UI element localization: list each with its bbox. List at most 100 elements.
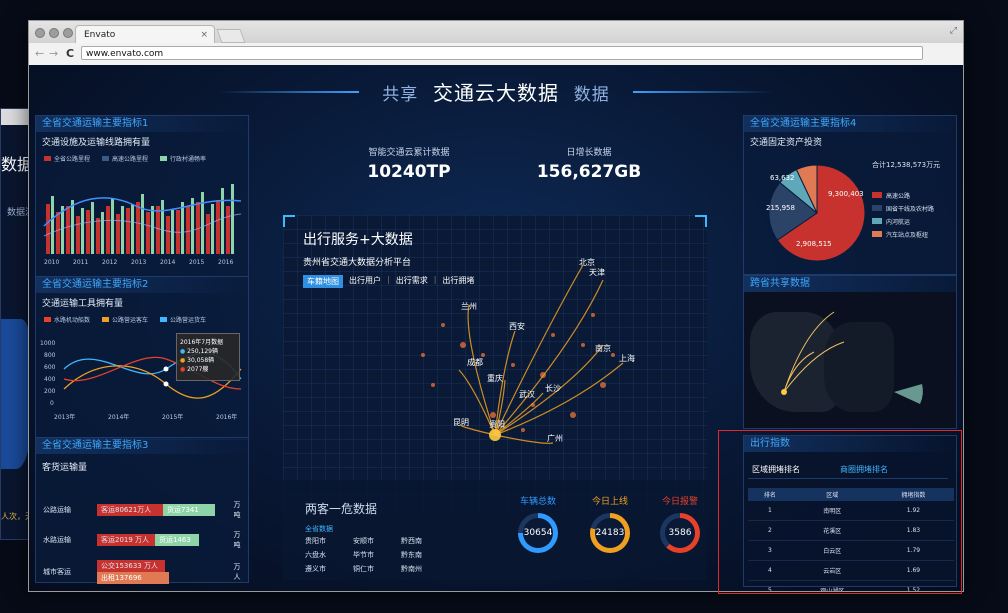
legend-item: 内河航运	[872, 216, 934, 229]
y-tick: 800	[44, 352, 56, 359]
tab-bar: Envato × ⤢	[29, 21, 963, 43]
panel-4-subtitle: 交通固定资产投资	[750, 138, 823, 148]
browser-tab[interactable]: Envato ×	[75, 25, 215, 43]
address-bar[interactable]: www.envato.com	[81, 46, 923, 60]
zoom-window-button[interactable]	[63, 28, 73, 38]
legend-item: 全省公路里程	[44, 154, 90, 163]
cross-province-map[interactable]	[744, 292, 956, 428]
resize-icon[interactable]: ⤢	[950, 26, 957, 36]
panel-3-title: 全省交通运输主要指标3	[36, 438, 248, 454]
tooltip-row: ● 2077艘	[180, 366, 209, 373]
title-prefix: 共享	[382, 85, 419, 105]
chart-tooltip: 2016年7月数据 ● 250,129辆 ● 30,058辆 ● 2077艘	[176, 333, 240, 381]
dashboard-header: 共享 交通云大数据 数据	[29, 73, 963, 109]
indicator-panel-4: 全省交通运输主要指标4 交通固定资产投资 合计12,538,573万元 9,30…	[743, 115, 957, 275]
panel-3-subtitle: 客货运输量	[42, 463, 88, 473]
pie-label: 63,632	[770, 174, 795, 182]
browser-toolbar: ← → C www.envato.com	[29, 43, 963, 66]
city-label: 长沙	[545, 383, 561, 393]
title-main: 交通云大数据	[433, 81, 559, 105]
panel-2-legend: 水路机动船数 公路营运客车 公路营运货车	[36, 315, 248, 324]
city-label: 南京	[595, 343, 611, 353]
tooltip-row: ● 30,058辆	[180, 357, 215, 364]
city-label: 兰州	[461, 301, 477, 311]
title-suffix: 数据	[573, 85, 610, 105]
city-item[interactable]: 铜仁市	[353, 564, 401, 574]
legend-item: 行政村通畅率	[160, 154, 206, 163]
y-tick: 0	[50, 400, 54, 407]
province-data-tab[interactable]: 全省数据	[305, 524, 333, 534]
city-item[interactable]: 毕节市	[353, 550, 401, 560]
new-tab-button[interactable]	[216, 29, 246, 43]
background-window-map	[1, 319, 31, 469]
year-label: 2014	[160, 259, 175, 266]
legend-item: 公路营运客车	[102, 315, 148, 324]
close-window-button[interactable]	[35, 28, 45, 38]
highlight-box	[718, 430, 962, 594]
stat-value: 156,627GB	[536, 162, 642, 182]
city-item[interactable]: 六盘水	[305, 550, 353, 560]
travel-map[interactable]: 出行服务+大数据 贵州省交通大数据分析平台 车籍地图 出行用户 | 出行需求 |…	[283, 215, 707, 515]
panel-1-legend: 全省公路里程 高速公路里程 行政村通畅率	[36, 154, 248, 163]
kpi-value: 30654	[523, 518, 553, 548]
indicator-panel-3: 全省交通运输主要指标3 客货运输量 公路运输 客运80621万人 货运7341 万…	[35, 437, 249, 584]
city-label: 北京	[579, 257, 595, 267]
daily-growth-stat: 日增长数据 156,627GB	[529, 145, 649, 182]
y-tick: 400	[44, 376, 56, 383]
city-label: 武汉	[519, 389, 535, 399]
volume-row: 水路运输 客运2019 万人 货运1463 万吨	[43, 531, 241, 549]
indicator-panel-1: 全省交通运输主要指标1 交通设施及运输线路拥有量 全省公路里程 高速公路里程 行…	[35, 115, 249, 277]
panel-1-subtitle: 交通设施及运输线路拥有量	[42, 138, 151, 148]
panel-2-title: 全省交通运输主要指标2	[36, 277, 248, 293]
kpi-label: 今日上线	[591, 497, 628, 507]
city-list: 贵阳市 安顺市 黔西南 六盘水 毕节市 黔东南 遵义市 铜仁市 黔南州	[305, 536, 445, 574]
kpi-label: 今日报警	[661, 497, 698, 507]
city-label: 天津	[589, 267, 605, 277]
city-item[interactable]: 黔西南	[401, 536, 449, 546]
kpi-alarms-today: 今日报警 3586	[653, 494, 707, 553]
city-label: 重庆	[487, 373, 503, 383]
y-tick: 200	[44, 388, 56, 395]
stat-label: 智能交通云累计数据	[368, 148, 450, 158]
year-label: 2013	[131, 259, 146, 266]
city-label: 上海	[619, 353, 635, 363]
panel-4-title: 全省交通运输主要指标4	[744, 116, 956, 132]
panel-2-subtitle: 交通运输工具拥有量	[42, 299, 124, 309]
city-label: 昆明	[453, 418, 469, 427]
city-item[interactable]: 遵义市	[305, 564, 353, 574]
page-title: 共享 交通云大数据 数据	[29, 77, 963, 106]
x-tick: 2015年	[162, 413, 183, 421]
city-label: 成都	[467, 357, 483, 367]
transport-volume-table: 公路运输 客运80621万人 货运7341 万吨 水路运输 客运2019 万人 货运…	[42, 491, 248, 591]
kpi-value: 3586	[665, 518, 695, 548]
stat-label: 日增长数据	[566, 148, 612, 158]
volume-row: 公路运输 客运80621万人 货运7341 万吨	[43, 501, 241, 519]
investment-pie-chart: 9,300,403 2,908,515 215,958 63,632	[766, 164, 866, 262]
reload-icon[interactable]: C	[66, 47, 74, 60]
city-label: 西安	[509, 321, 525, 331]
cross-province-title: 跨省共享数据	[744, 276, 956, 292]
year-label: 2011	[73, 259, 88, 266]
forward-icon[interactable]: →	[49, 47, 58, 60]
city-item[interactable]: 黔南州	[401, 564, 449, 574]
city-item[interactable]: 黔东南	[401, 550, 449, 560]
legend-item: 高速公路里程	[102, 154, 148, 163]
year-label: 2010	[44, 259, 59, 266]
y-tick: 1000	[40, 340, 55, 347]
cross-province-panel: 跨省共享数据	[743, 275, 957, 429]
investment-total: 合计12,538,573万元	[872, 161, 941, 169]
year-label: 2016	[218, 259, 233, 266]
year-label: 2012	[102, 259, 117, 266]
city-item[interactable]: 安顺市	[353, 536, 401, 546]
pie-label: 2,908,515	[796, 240, 832, 248]
tooltip-title: 2016年7月数据	[180, 339, 224, 346]
city-item[interactable]: 贵阳市	[305, 536, 353, 546]
tooltip-row: ● 250,129辆	[180, 348, 218, 355]
back-icon[interactable]: ←	[35, 47, 44, 60]
tab-close-icon[interactable]: ×	[200, 26, 208, 44]
minimize-window-button[interactable]	[49, 28, 59, 38]
cumulative-data-stat: 智能交通云累计数据 10240TP	[349, 145, 469, 182]
flow-lines: 北京 天津 兰州 西安 南京 上海 成都 重庆 武汉 长沙 贵阳 昆明 广州	[421, 257, 635, 444]
pie-label: 215,958	[766, 204, 795, 212]
pie-label: 9,300,403	[828, 190, 864, 198]
